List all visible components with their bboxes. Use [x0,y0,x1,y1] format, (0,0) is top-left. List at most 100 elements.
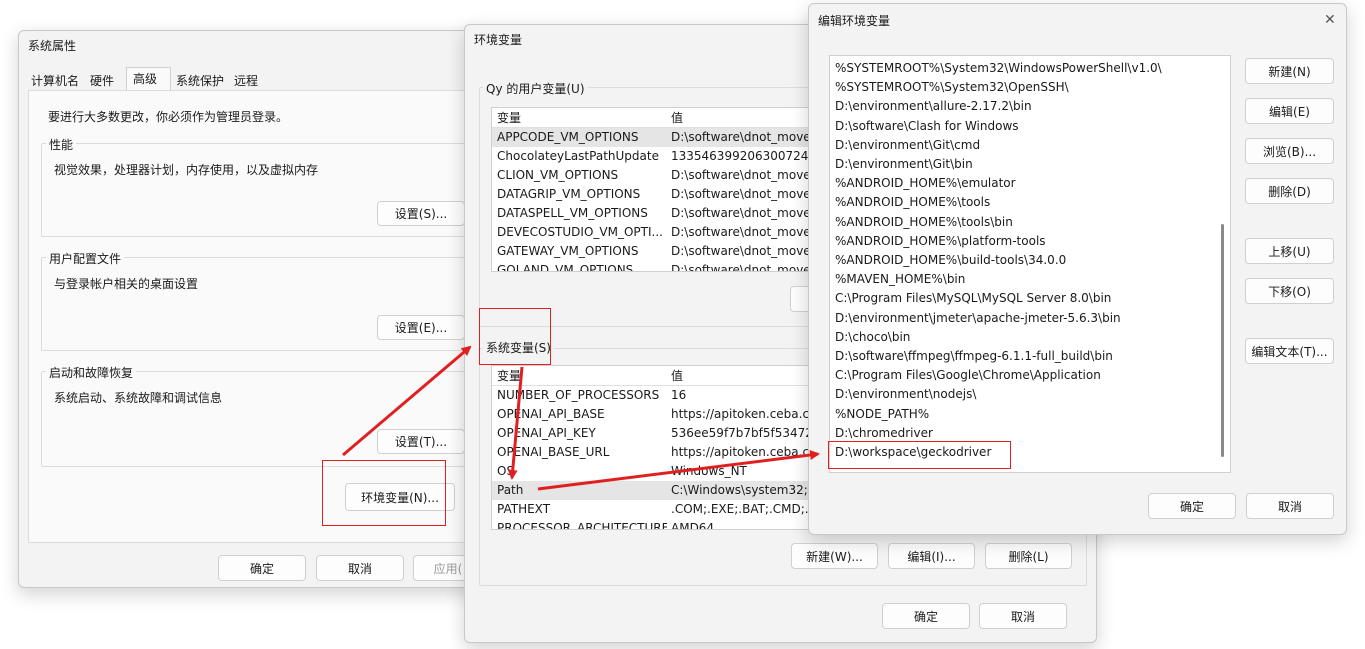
var-value: 536ee59f7b7bf5f534729 [671,426,821,440]
user-profiles-settings-label: 设置(E)... [394,321,448,335]
var-name: PROCESSOR_ARCHITECTURE [497,521,667,530]
list-item[interactable]: %ANDROID_HOME%\tools [835,193,1215,212]
list-item[interactable]: C:\Program Files\Google\Chrome\Applicati… [835,366,1215,385]
highlight-env-vars-button [322,460,446,526]
var-name: GATEWAY_VM_OPTIONS [497,244,639,258]
table-row[interactable]: CLION_VM_OPTIONS D:\software\dnot_move [492,166,820,185]
list-item[interactable]: %SYSTEMROOT%\System32\OpenSSH\ [835,78,1215,97]
new-entry-button[interactable]: 新建(N) [1245,58,1334,84]
system-vars-table[interactable]: 变量 值 NUMBER_OF_PROCESSORS 16 OPENAI_API_BA… [491,365,821,530]
table-row[interactable]: PROCESSOR_ARCHITECTURE AMD64 [492,519,820,530]
var-value: 16 [671,388,687,402]
cancel-button[interactable]: 取消 [1246,493,1334,519]
table-row[interactable]: Path C:\Windows\system32;D [492,481,820,500]
user-profiles-settings-button[interactable]: 设置(E)... [377,315,465,340]
system-delete-button[interactable]: 删除(L) [985,543,1072,569]
var-name: OPENAI_API_KEY [497,426,596,440]
edit-entry-label: 编辑(E) [1269,104,1310,119]
close-icon[interactable]: ✕ [1324,12,1336,28]
var-name: GOLAND_VM_OPTIONS [497,263,634,272]
tab-advanced[interactable]: 高级 [133,70,157,87]
system-new-label: 新建(W)... [806,549,863,564]
var-value: AMD64 [671,521,715,530]
cancel-button[interactable]: 取消 [979,603,1067,629]
performance-settings-button[interactable]: 设置(S)... [377,201,465,226]
system-new-button[interactable]: 新建(W)... [791,543,878,569]
ok-label: 确定 [1179,499,1204,514]
list-item[interactable]: D:\software\ffmpeg\ffmpeg-6.1.1-full_bui… [835,347,1215,366]
system-delete-label: 删除(L) [1008,549,1049,564]
performance-desc: 视觉效果，处理器计划，内存使用，以及虚拟内存 [54,163,319,177]
var-value: D:\software\dnot_move [671,263,811,272]
table-row[interactable]: APPCODE_VM_OPTIONS D:\software\dnot_move [492,128,820,147]
list-item[interactable]: D:\choco\bin [835,328,1215,347]
ok-button[interactable]: 确定 [882,603,970,629]
var-name: OS [497,464,515,478]
var-name: CLION_VM_OPTIONS [497,168,619,182]
table-row[interactable]: PATHEXT .COM;.EXE;.BAT;.CMD;.V [492,500,820,519]
list-item[interactable]: %MAVEN_HOME%\bin [835,270,1215,289]
tab-system-protection[interactable]: 系统保护 [176,72,224,89]
path-entries-list[interactable]: %SYSTEMROOT%\System32\WindowsPowerShell\… [829,55,1231,473]
list-item[interactable]: %ANDROID_HOME%\tools\bin [835,213,1215,232]
edit-entry-button[interactable]: 编辑(E) [1245,98,1334,124]
table-row[interactable]: OPENAI_BASE_URL https://apitoken.ceba.c [492,443,820,462]
list-item[interactable]: D:\environment\Git\bin [835,155,1215,174]
list-item[interactable]: %ANDROID_HOME%\platform-tools [835,232,1215,251]
table-row[interactable]: GOLAND_VM_OPTIONS D:\software\dnot_move [492,261,820,272]
cancel-label: 取消 [1277,499,1302,514]
ok-button[interactable]: 确定 [1148,493,1236,519]
list-item[interactable]: D:\chromedriver [835,424,1215,443]
col-val: 值 [671,111,684,125]
list-item[interactable]: D:\environment\nodejs\ [835,385,1215,404]
col-var: 变量 [497,369,522,383]
col-var: 变量 [497,111,522,125]
var-value: https://apitoken.ceba.c [671,407,810,421]
window-title: 编辑环境变量 [818,14,891,28]
table-row[interactable]: NUMBER_OF_PROCESSORS 16 [492,386,820,405]
move-down-label: 下移(O) [1268,284,1311,299]
table-row[interactable]: OPENAI_API_KEY 536ee59f7b7bf5f534729 [492,424,821,443]
highlight-system-vars-label [479,308,551,365]
browse-label: 浏览(B)... [1262,144,1317,159]
list-item[interactable]: D:\environment\Git\cmd [835,136,1215,155]
list-item[interactable]: %ANDROID_HOME%\emulator [835,174,1215,193]
move-down-button[interactable]: 下移(O) [1245,278,1334,304]
var-value: D:\software\dnot_move [671,206,811,220]
var-value: .COM;.EXE;.BAT;.CMD;.V [671,502,817,516]
browse-button[interactable]: 浏览(B)... [1245,138,1334,164]
list-item[interactable]: D:\environment\jmeter\apache-jmeter-5.6.… [835,309,1215,328]
highlight-new-entry [828,441,1011,469]
var-name: OPENAI_API_BASE [497,407,605,421]
table-row[interactable]: OPENAI_API_BASE https://apitoken.ceba.c [492,405,820,424]
user-vars-table[interactable]: 变量 值 APPCODE_VM_OPTIONS D:\software\dnot_… [491,107,821,272]
list-item[interactable]: %ANDROID_HOME%\build-tools\34.0.0 [835,251,1215,270]
scrollbar-thumb[interactable] [1221,224,1224,457]
cancel-button[interactable]: 取消 [316,555,404,581]
delete-entry-button[interactable]: 删除(D) [1245,178,1334,204]
var-name: DEVECOSTUDIO_VM_OPTI... [497,225,663,239]
list-item[interactable]: D:\software\Clash for Windows [835,117,1215,136]
tab-remote[interactable]: 远程 [234,72,258,89]
table-row[interactable]: OS Windows_NT [492,462,820,481]
move-up-button[interactable]: 上移(U) [1245,238,1334,264]
table-row[interactable]: DATASPELL_VM_OPTIONS D:\software\dnot_mov… [492,204,820,223]
system-edit-button[interactable]: 编辑(I)... [888,543,975,569]
table-row[interactable]: GATEWAY_VM_OPTIONS D:\software\dnot_move [492,242,820,261]
tab-hardware[interactable]: 硬件 [90,72,114,89]
edit-text-button[interactable]: 编辑文本(T)... [1245,338,1334,364]
table-row[interactable]: ChocolateyLastPathUpdate 1335463992063007… [492,147,820,166]
table-row[interactable]: DATAGRIP_VM_OPTIONS D:\software\dnot_move [492,185,820,204]
list-item[interactable]: D:\environment\allure-2.17.2\bin [835,97,1215,116]
list-item[interactable]: %NODE_PATH% [835,405,1215,424]
tab-computer-name[interactable]: 计算机名 [31,72,79,89]
list-item[interactable]: C:\Program Files\MySQL\MySQL Server 8.0\… [835,289,1215,308]
col-val: 值 [671,369,684,383]
list-item[interactable]: %SYSTEMROOT%\System32\WindowsPowerShell\… [835,59,1215,78]
ok-button[interactable]: 确定 [218,555,306,581]
highlight-path-row [491,482,535,500]
var-value: https://apitoken.ceba.c [671,445,810,459]
ok-label: 确定 [249,561,274,576]
startup-settings-button[interactable]: 设置(T)... [377,429,465,454]
table-row[interactable]: DEVECOSTUDIO_VM_OPTI... D:\software\dnot_… [492,223,820,242]
